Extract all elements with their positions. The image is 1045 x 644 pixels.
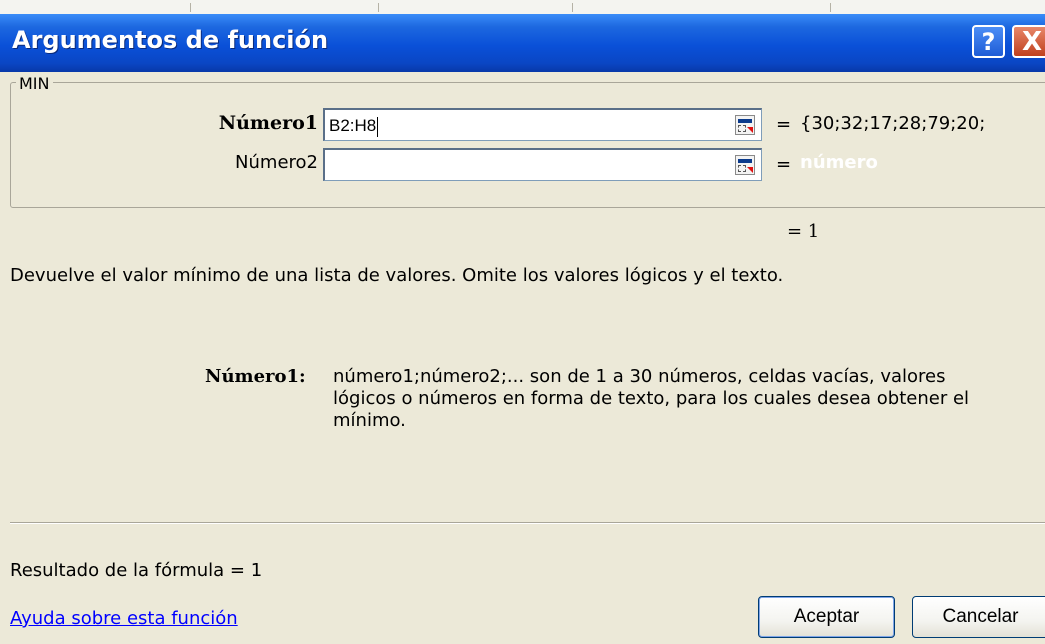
argument-equals: = (776, 114, 792, 135)
strip-divider (378, 3, 379, 12)
numero1-result: {30;32;17;28;79;20; (800, 113, 986, 134)
ok-button[interactable]: Aceptar (758, 596, 895, 638)
background-spreadsheet-strip (0, 0, 1045, 15)
argument-label-numero1: Número1 (218, 112, 318, 134)
strip-divider (572, 3, 573, 12)
numero2-result-placeholder: número (800, 152, 878, 173)
argument-help-text: número1;número2;... son de 1 a 30 número… (333, 366, 970, 431)
numero1-input[interactable]: B2:H8 (323, 108, 762, 141)
help-link[interactable]: Ayuda sobre esta función (10, 608, 238, 629)
close-button[interactable]: X (1012, 25, 1045, 58)
help-button[interactable]: ? (972, 25, 1005, 58)
text-caret (377, 116, 379, 137)
numero1-value: B2:H8 (329, 116, 377, 135)
collapse-dialog-icon[interactable] (735, 155, 755, 175)
function-groupbox (10, 82, 1045, 208)
argument-help-label: Número1: (205, 366, 306, 387)
formula-result: Resultado de la fórmula = 1 (10, 560, 263, 581)
argument-label-numero2: Número2 (235, 152, 318, 173)
function-result: = 1 (787, 221, 820, 242)
separator (10, 522, 1045, 524)
cancel-button[interactable]: Cancelar (912, 596, 1045, 638)
function-description: Devuelve el valor mínimo de una lista de… (10, 265, 784, 286)
numero2-input[interactable] (323, 148, 762, 181)
function-name: MIN (16, 74, 53, 93)
collapse-dialog-icon[interactable] (735, 115, 755, 135)
strip-divider (830, 3, 831, 12)
dialog-title: Argumentos de función (12, 26, 329, 54)
numero1-value-wrapper: B2:H8 (329, 116, 379, 137)
argument-equals: = (776, 154, 792, 175)
strip-divider (190, 3, 191, 12)
title-bar[interactable]: Argumentos de función ? X (0, 14, 1045, 72)
